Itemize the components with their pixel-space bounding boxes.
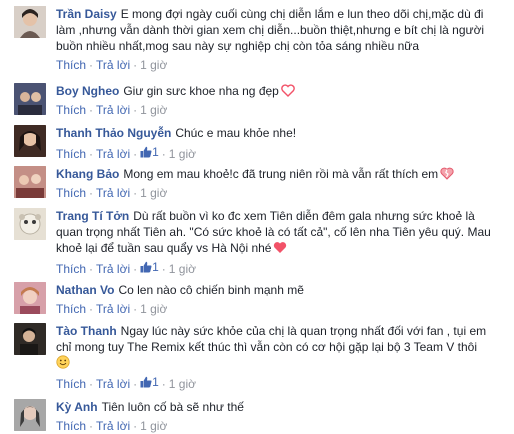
avatar[interactable] [14,6,46,38]
separator-dot: · [89,103,94,117]
smile-icon [56,355,70,369]
comment-actions: Thích · Trả lời · 1 · 1 giờ [56,259,504,277]
separator-dot: · [161,147,166,161]
comment-actions: Thích · Trả lời · 1 · 1 giờ [56,144,504,162]
comment-text: Tiên luôn cố bà sẽ như thế [101,400,244,414]
separator-dot: · [133,147,138,161]
like-count[interactable]: 1 [140,144,159,160]
comment-text: Giư gin sưc khoe nha ng đẹp [123,84,279,98]
reply-link[interactable]: Trả lời [96,103,130,117]
separator-dot: · [89,377,94,391]
commenter-name[interactable]: Trang Tí Tởn [56,209,129,223]
separator-dot: · [89,58,94,72]
comment-text: E mong đợi ngày cuối cùng chị diễn lắm e… [56,7,485,53]
reply-link[interactable]: Trả lời [96,262,130,276]
timestamp[interactable]: 1 giờ [140,419,167,433]
like-link[interactable]: Thích [56,419,86,433]
separator-dot: · [89,186,94,200]
like-link[interactable]: Thích [56,302,86,316]
commenter-name[interactable]: Kỳ Anh [56,400,98,414]
reply-link[interactable]: Trả lời [96,58,130,72]
separator-dot: · [133,58,138,72]
comment-actions: Thích · Trả lời · 1 · 1 giờ [56,374,504,392]
separator-dot: · [89,262,94,276]
separator-dot: · [89,419,94,433]
separator-dot: · [133,377,138,391]
timestamp[interactable]: 1 giờ [140,302,167,316]
reply-link[interactable]: Trả lời [96,186,130,200]
reply-link[interactable]: Trả lời [96,377,130,391]
like-link[interactable]: Thích [56,58,86,72]
timestamp[interactable]: 1 giờ [169,262,196,276]
thumbs-up-icon [140,376,152,388]
comment-actions: Thích · Trả lời · 1 giờ [56,57,504,73]
like-count[interactable]: 1 [140,259,159,275]
heart-icon [281,84,295,97]
avatar[interactable] [14,399,46,431]
like-link[interactable]: Thích [56,147,86,161]
timestamp[interactable]: 1 giờ [140,58,167,72]
thumbs-up-icon [140,146,152,158]
reply-link[interactable]: Trả lời [96,147,130,161]
separator-dot: · [161,262,166,276]
timestamp[interactable]: 1 giờ [169,377,196,391]
comment-text: Chúc e mau khỏe nhe! [175,126,297,140]
like-link[interactable]: Thích [56,262,86,276]
comment-text: Mong em mau khoẻ!c đã trung niên rồi mà … [123,167,439,181]
avatar[interactable] [14,83,46,115]
reply-link[interactable]: Trả lời [96,419,130,433]
reply-link[interactable]: Trả lời [96,302,130,316]
heart-icon [274,242,287,253]
broken-heart-icon [440,167,454,180]
separator-dot: · [133,103,138,117]
commenter-name[interactable]: Trần Daisy [56,7,117,21]
comment-list: Trần Daisy E mong đợi ngày cuối cùng chị … [0,0,514,433]
separator-dot: · [89,147,94,161]
comment-text: Ngay lúc này sức khỏe của chị là quan tr… [56,324,487,354]
separator-dot: · [133,419,138,433]
separator-dot: · [133,302,138,316]
separator-dot: · [133,262,138,276]
comment-actions: Thích · Trả lời · 1 giờ [56,418,504,434]
commenter-name[interactable]: Tào Thanh [56,324,117,338]
timestamp[interactable]: 1 giờ [140,103,167,117]
avatar[interactable] [14,282,46,314]
separator-dot: · [133,186,138,200]
commenter-name[interactable]: Boy Ngheo [56,84,119,98]
timestamp[interactable]: 1 giờ [140,186,167,200]
emoji-line [56,355,504,371]
avatar[interactable] [14,166,46,198]
separator-dot: · [161,377,166,391]
like-count[interactable]: 1 [140,374,159,390]
like-link[interactable]: Thích [56,186,86,200]
avatar[interactable] [14,125,46,157]
comment-actions: Thích · Trả lời · 1 giờ [56,185,504,201]
thumbs-up-icon [140,261,152,273]
commenter-name[interactable]: Thanh Thảo Nguyễn [56,126,171,140]
like-link[interactable]: Thích [56,103,86,117]
like-link[interactable]: Thích [56,377,86,391]
timestamp[interactable]: 1 giờ [169,147,196,161]
avatar[interactable] [14,208,46,240]
commenter-name[interactable]: Khang Bảo [56,167,119,181]
comment-text: Co len nào cô chiến binh mạnh mẽ [118,283,304,297]
commenter-name[interactable]: Nathan Vo [56,283,114,297]
separator-dot: · [89,302,94,316]
comment-actions: Thích · Trả lời · 1 giờ [56,102,504,118]
comment-actions: Thích · Trả lời · 1 giờ [56,301,504,317]
avatar[interactable] [14,323,46,355]
